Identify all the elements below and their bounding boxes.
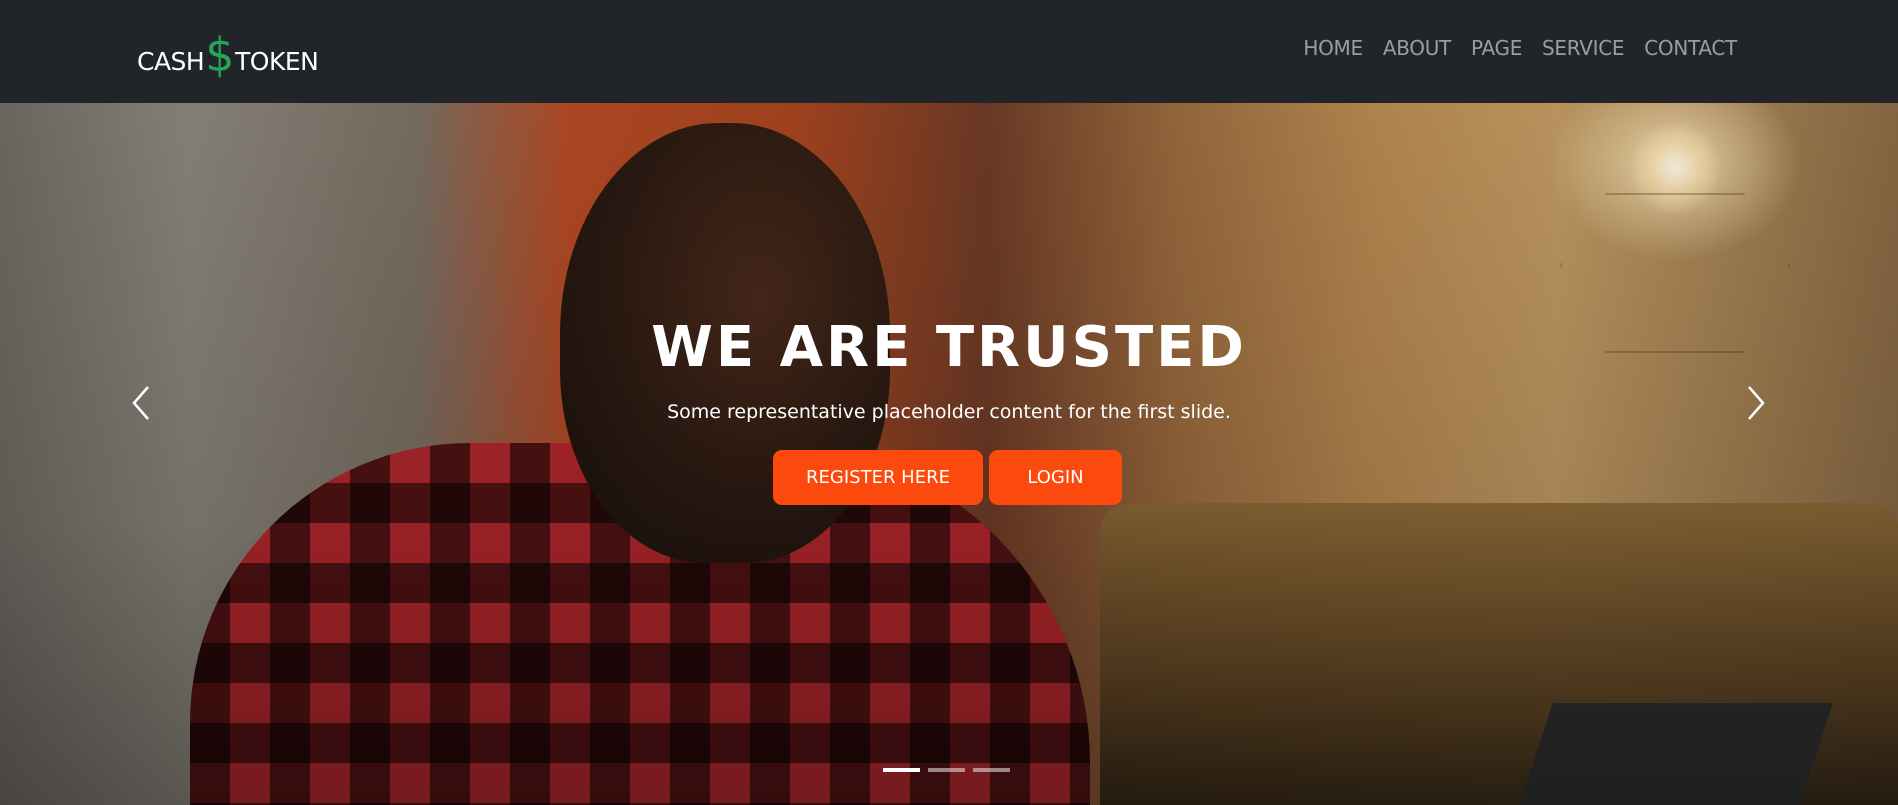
carousel-indicators	[883, 768, 1010, 772]
brand-left: CASH	[137, 47, 205, 76]
navbar: CASH $ TOKEN HOME ABOUT PAGE SERVICE CON…	[0, 0, 1898, 103]
dollar-icon: $	[205, 28, 235, 82]
carousel-indicator-1[interactable]	[883, 768, 920, 772]
chevron-right-icon	[1748, 386, 1765, 420]
nav-item-contact[interactable]: CONTACT	[1634, 36, 1747, 60]
nav-item-service[interactable]: SERVICE	[1532, 36, 1634, 60]
nav-item-home[interactable]: HOME	[1293, 36, 1372, 60]
brand-logo[interactable]: CASH $ TOKEN	[137, 26, 319, 82]
brand-right: TOKEN	[235, 47, 319, 76]
register-button[interactable]: REGISTER HERE	[773, 450, 983, 505]
hero-subtitle: Some representative placeholder content …	[667, 401, 1231, 423]
carousel-indicator-2[interactable]	[928, 768, 965, 772]
nav-item-page[interactable]: PAGE	[1461, 36, 1532, 60]
carousel-prev-button[interactable]	[122, 383, 162, 423]
carousel-indicator-3[interactable]	[973, 768, 1010, 772]
hero-carousel: WE ARE TRUSTED Some representative place…	[0, 103, 1898, 805]
nav-links: HOME ABOUT PAGE SERVICE CONTACT	[1293, 36, 1747, 60]
carousel-next-button[interactable]	[1735, 383, 1775, 423]
chevron-left-icon	[132, 386, 149, 420]
hero-title: WE ARE TRUSTED	[651, 315, 1247, 380]
nav-item-about[interactable]: ABOUT	[1373, 36, 1461, 60]
login-button[interactable]: LOGIN	[989, 450, 1122, 505]
